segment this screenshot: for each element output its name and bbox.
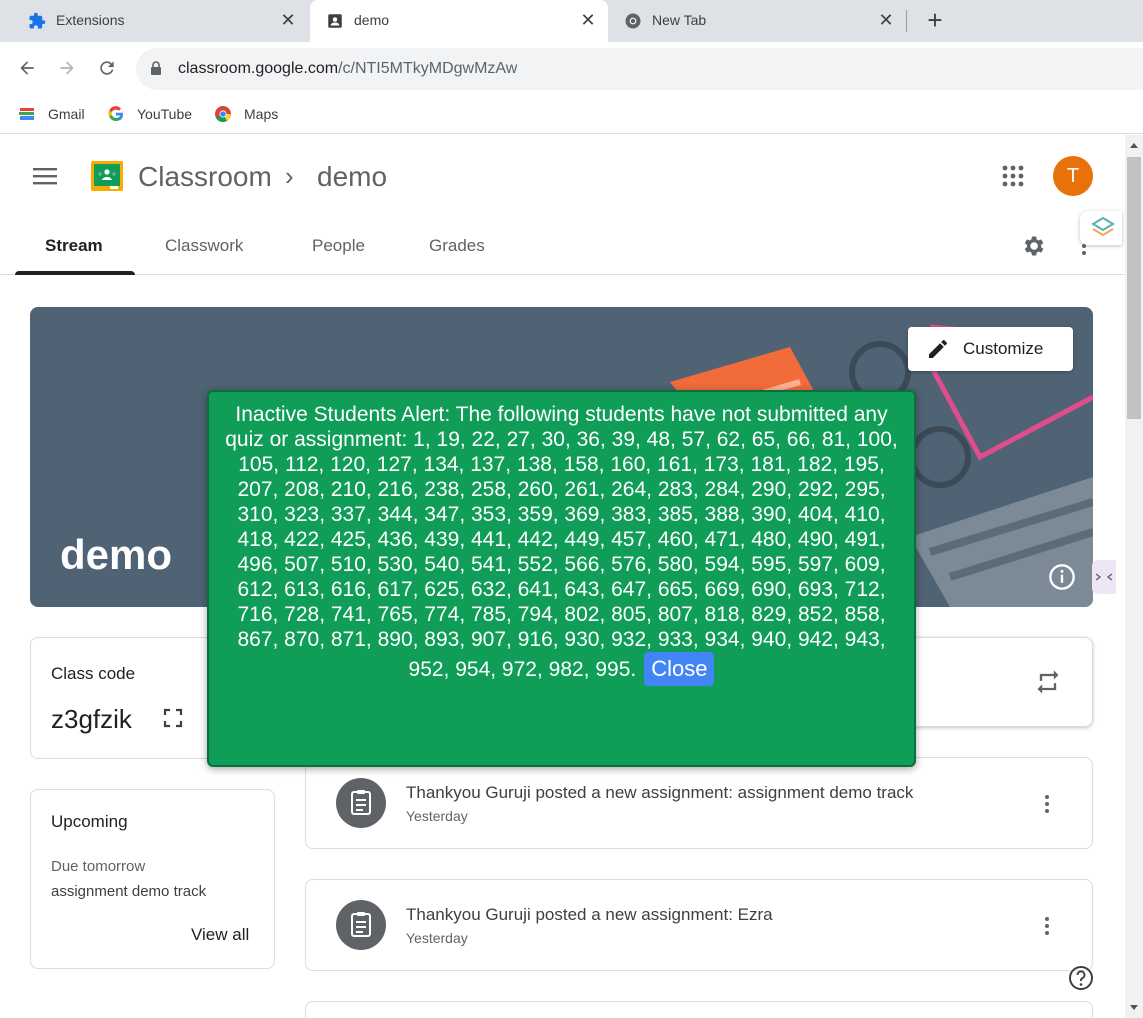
forward-button[interactable] xyxy=(51,52,83,84)
bookmark-maps[interactable]: Maps xyxy=(214,104,278,124)
assignment-icon xyxy=(336,900,386,950)
apps-grid-icon[interactable] xyxy=(1000,163,1026,189)
url-path: /c/NTI5MTkyMDgwMzAw xyxy=(338,60,518,77)
bookmark-label: Maps xyxy=(244,106,279,122)
alert-message: Inactive Students Alert: The following s… xyxy=(225,403,898,681)
bookmark-label: YouTube xyxy=(137,106,193,122)
classroom-icon xyxy=(328,14,342,28)
tab-stream[interactable]: Stream xyxy=(45,236,103,256)
scroll-up-arrow-icon[interactable] xyxy=(1130,143,1138,148)
clipboard-icon xyxy=(351,790,371,815)
more-vert-icon[interactable] xyxy=(1038,914,1056,938)
back-button[interactable] xyxy=(11,52,43,84)
app-bar: Classroom › demo T Stream Classwork Peop… xyxy=(0,135,1125,275)
gear-icon[interactable] xyxy=(1020,233,1046,259)
class-code-value: z3gfzik xyxy=(51,704,132,734)
tab-title: New Tab xyxy=(652,12,707,28)
close-icon[interactable]: ✕ xyxy=(876,10,896,30)
chrome-icon xyxy=(625,13,641,29)
tab-demo[interactable]: demo ✕ xyxy=(310,0,608,42)
tab-classwork[interactable]: Classwork xyxy=(165,236,243,256)
help-icon[interactable] xyxy=(1068,965,1094,991)
chrome-icon xyxy=(215,106,231,122)
upcoming-item-link[interactable]: assignment demo track xyxy=(51,883,206,900)
scrollbar[interactable] xyxy=(1125,135,1143,1018)
tab-new-tab[interactable]: New Tab ✕ xyxy=(608,0,904,42)
url-text[interactable]: classroom.google.com/c/NTI5MTkyMDgwMzAw xyxy=(178,60,517,78)
more-vert-icon[interactable] xyxy=(1038,792,1056,816)
close-button[interactable]: Close xyxy=(644,652,715,686)
post-text: Thankyou Guruji posted a new assignment:… xyxy=(406,783,914,802)
customize-button[interactable]: Customize xyxy=(908,327,1073,371)
lock-icon[interactable] xyxy=(150,61,162,76)
arrow-left-icon xyxy=(20,61,34,75)
app-title[interactable]: Classroom xyxy=(138,161,272,193)
extension-side-button[interactable] xyxy=(1080,211,1122,245)
tab-people[interactable]: People xyxy=(312,236,365,256)
reload-button[interactable] xyxy=(91,52,123,84)
menu-icon[interactable] xyxy=(28,159,62,193)
tab-extensions[interactable]: Extensions ✕ xyxy=(12,0,308,42)
tab-title: demo xyxy=(354,12,390,28)
extension-side-tab[interactable] xyxy=(1092,560,1116,594)
avatar[interactable]: T xyxy=(1053,156,1093,196)
collapse-arrows-icon xyxy=(1095,573,1113,581)
bookmark-label: Gmail xyxy=(48,106,85,122)
bookmark-gmail[interactable]: Gmail xyxy=(18,104,85,124)
upcoming-title: Upcoming xyxy=(51,812,128,831)
scroll-thumb[interactable] xyxy=(1127,157,1141,419)
google-g-icon xyxy=(108,106,124,122)
tab-strip: Extensions ✕ demo ✕ New Tab ✕ + xyxy=(0,0,1143,42)
tab-title: Extensions xyxy=(56,12,125,28)
puzzle-icon xyxy=(29,12,46,29)
new-tab-button[interactable]: + xyxy=(920,6,950,36)
breadcrumb-chevron-icon: › xyxy=(285,161,294,191)
repost-icon[interactable] xyxy=(1034,668,1062,696)
inactive-students-alert: Inactive Students Alert: The following s… xyxy=(207,390,916,767)
clipboard-icon xyxy=(351,912,371,937)
alert-content: Inactive Students Alert: The following s… xyxy=(221,402,902,686)
arrow-right-icon xyxy=(60,61,74,75)
class-title[interactable]: demo xyxy=(317,161,387,193)
tab-divider xyxy=(906,10,907,32)
customize-label: Customize xyxy=(963,339,1044,358)
stream-post[interactable]: Thankyou Guruji posted a new assignment:… xyxy=(305,757,1093,849)
class-code-label: Class code xyxy=(51,664,136,683)
scroll-down-arrow-icon[interactable] xyxy=(1130,1005,1138,1010)
bookmarks-bar: Gmail YouTube Maps xyxy=(0,94,1143,134)
active-tab-indicator xyxy=(15,271,135,275)
pencil-icon xyxy=(929,340,947,358)
post-text: Thankyou Guruji posted a new assignment:… xyxy=(406,905,773,924)
close-icon[interactable]: ✕ xyxy=(278,10,298,30)
bookmark-youtube[interactable]: YouTube xyxy=(107,104,192,124)
books-icon xyxy=(19,108,34,120)
tab-grades[interactable]: Grades xyxy=(429,236,485,256)
assignment-icon xyxy=(336,778,386,828)
stream-post[interactable] xyxy=(305,1001,1093,1018)
layers-icon xyxy=(1091,216,1115,237)
banner-class-title: demo xyxy=(60,531,173,578)
close-icon[interactable]: ✕ xyxy=(578,10,598,30)
due-label: Due tomorrow xyxy=(51,858,146,875)
view-all-link[interactable]: View all xyxy=(191,925,249,945)
info-icon[interactable] xyxy=(1048,563,1076,591)
reload-icon xyxy=(100,61,114,75)
post-date: Yesterday xyxy=(406,808,468,824)
upcoming-card: Upcoming Due tomorrow assignment demo tr… xyxy=(30,789,275,969)
classroom-logo-icon[interactable] xyxy=(91,161,123,191)
fullscreen-icon[interactable] xyxy=(163,708,183,728)
post-date: Yesterday xyxy=(406,930,468,946)
url-host: classroom.google.com xyxy=(178,60,339,77)
stream-post[interactable]: Thankyou Guruji posted a new assignment:… xyxy=(305,879,1093,971)
